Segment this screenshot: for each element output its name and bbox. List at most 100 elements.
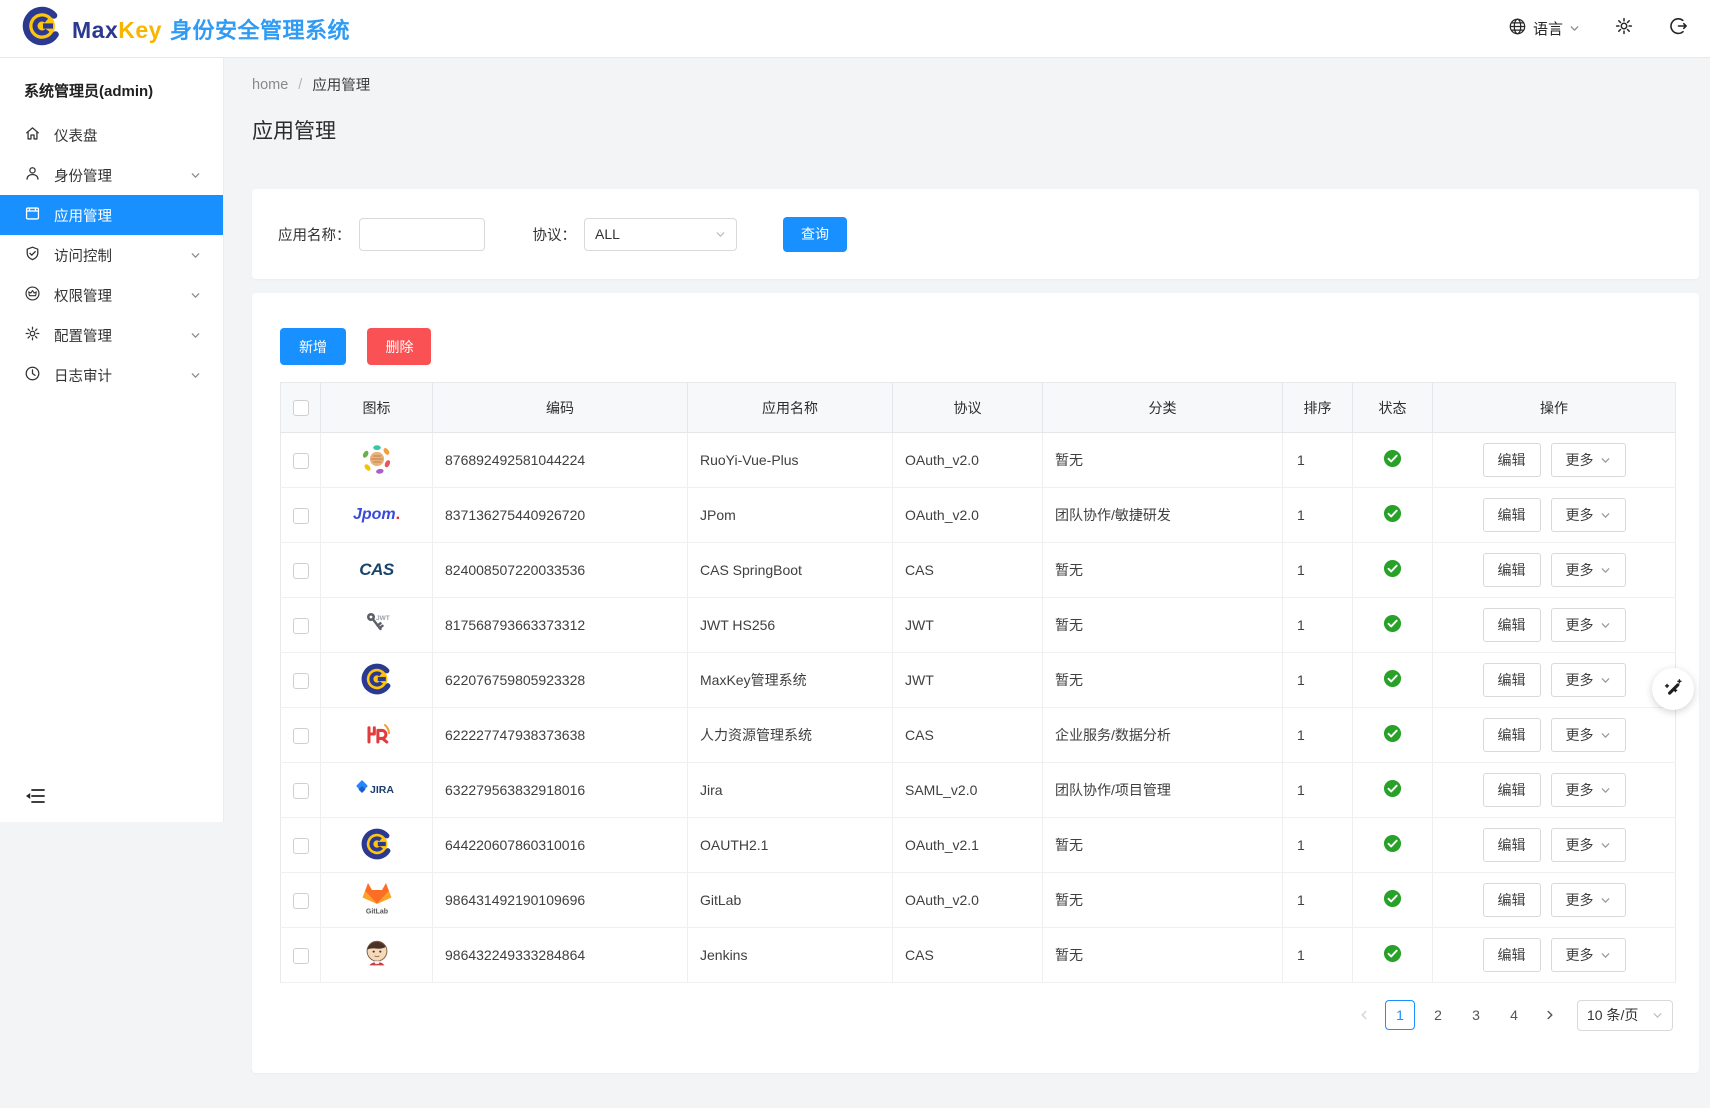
column-header: 协议 — [893, 383, 1043, 433]
audit-icon — [24, 365, 54, 386]
app-protocol: CAS — [893, 543, 1043, 598]
row-checkbox[interactable] — [293, 563, 309, 579]
jwt-logo-icon: JWT — [361, 608, 393, 640]
status-enabled-icon — [1383, 565, 1402, 581]
chevron-down-icon — [190, 370, 201, 381]
status-enabled-icon — [1383, 455, 1402, 471]
more-button[interactable]: 更多 — [1551, 443, 1626, 477]
app-protocol: CAS — [893, 708, 1043, 763]
edit-button[interactable]: 编辑 — [1483, 828, 1541, 862]
select-all-header — [281, 383, 321, 433]
row-checkbox[interactable] — [293, 838, 309, 854]
breadcrumb-home-link[interactable]: home — [252, 77, 288, 93]
column-header: 状态 — [1353, 383, 1433, 433]
row-checkbox[interactable] — [293, 728, 309, 744]
page-number[interactable]: 2 — [1423, 1000, 1453, 1030]
jenkins-logo-icon — [360, 937, 394, 971]
edit-button[interactable]: 编辑 — [1483, 443, 1541, 477]
app-protocol: JWT — [893, 598, 1043, 653]
row-checkbox[interactable] — [293, 948, 309, 964]
logout-button[interactable] — [1668, 16, 1688, 41]
maxkey-logo-icon — [361, 663, 393, 695]
page-size-select[interactable]: 10 条/页 — [1577, 1000, 1673, 1031]
more-button[interactable]: 更多 — [1551, 718, 1626, 752]
select-all-checkbox[interactable] — [293, 400, 309, 416]
more-button[interactable]: 更多 — [1551, 938, 1626, 972]
edit-button[interactable]: 编辑 — [1483, 553, 1541, 587]
sidebar-item-config[interactable]: 配置管理 — [0, 315, 223, 355]
app-category: 暂无 — [1043, 653, 1283, 708]
row-checkbox[interactable] — [293, 893, 309, 909]
sidebar-item-audit[interactable]: 日志审计 — [0, 355, 223, 395]
edit-button[interactable]: 编辑 — [1483, 773, 1541, 807]
column-header: 操作 — [1433, 383, 1676, 433]
maxkey-logo-icon — [361, 828, 393, 860]
chevron-down-icon — [190, 250, 201, 261]
page-number[interactable]: 4 — [1499, 1000, 1529, 1030]
next-page-button[interactable] — [1537, 999, 1563, 1031]
search-button[interactable]: 查询 — [783, 217, 847, 252]
edit-button[interactable]: 编辑 — [1483, 663, 1541, 697]
more-button[interactable]: 更多 — [1551, 828, 1626, 862]
sidebar-collapse-button[interactable] — [24, 787, 46, 810]
app-sort: 1 — [1283, 873, 1353, 928]
app-name-label: 应用名称： — [278, 224, 351, 245]
app-code: 824008507220033536 — [433, 543, 688, 598]
table-row: 876892492581044224 RuoYi-Vue-Plus OAuth_… — [281, 433, 1676, 488]
sidebar-item-identity[interactable]: 身份管理 — [0, 155, 223, 195]
sidebar-item-dashboard[interactable]: 仪表盘 — [0, 115, 223, 155]
more-button[interactable]: 更多 — [1551, 498, 1626, 532]
add-button[interactable]: 新增 — [280, 328, 346, 365]
app-name: OAUTH2.1 — [688, 818, 893, 873]
app-code: 876892492581044224 — [433, 433, 688, 488]
more-button[interactable]: 更多 — [1551, 553, 1626, 587]
page-number[interactable]: 3 — [1461, 1000, 1491, 1030]
svg-text:JWT: JWT — [376, 615, 390, 622]
row-checkbox[interactable] — [293, 673, 309, 689]
filter-panel: 应用名称： 协议： ALL 查询 — [252, 189, 1699, 279]
sidebar-item-apps[interactable]: 应用管理 — [0, 195, 223, 235]
more-button[interactable]: 更多 — [1551, 883, 1626, 917]
sidebar-item-label: 身份管理 — [54, 165, 112, 186]
row-checkbox[interactable] — [293, 783, 309, 799]
status-enabled-icon — [1383, 785, 1402, 801]
app-protocol: OAuth_v2.0 — [893, 873, 1043, 928]
app-name-input[interactable] — [359, 218, 485, 251]
identity-icon — [24, 165, 54, 186]
page-number[interactable]: 1 — [1385, 1000, 1415, 1030]
more-button[interactable]: 更多 — [1551, 663, 1626, 697]
delete-button[interactable]: 删除 — [367, 328, 431, 365]
settings-button[interactable] — [1614, 16, 1634, 41]
sidebar-item-access[interactable]: 访问控制 — [0, 235, 223, 275]
edit-button[interactable]: 编辑 — [1483, 883, 1541, 917]
more-button[interactable]: 更多 — [1551, 773, 1626, 807]
protocol-select[interactable]: ALL — [584, 218, 737, 251]
theme-helper-button[interactable] — [1652, 668, 1694, 710]
edit-button[interactable]: 编辑 — [1483, 608, 1541, 642]
brand: MaxKey身份安全管理系统 — [22, 6, 350, 51]
row-checkbox[interactable] — [293, 453, 309, 469]
brand-text: MaxKey身份安全管理系统 — [72, 13, 350, 45]
more-button[interactable]: 更多 — [1551, 608, 1626, 642]
column-header: 排序 — [1283, 383, 1353, 433]
app-sort: 1 — [1283, 763, 1353, 818]
breadcrumb-current: 应用管理 — [312, 74, 370, 95]
edit-button[interactable]: 编辑 — [1483, 718, 1541, 752]
row-checkbox[interactable] — [293, 618, 309, 634]
sidebar-item-permission[interactable]: 权限管理 — [0, 275, 223, 315]
app-name: GitLab — [688, 873, 893, 928]
app-category: 团队协作/项目管理 — [1043, 763, 1283, 818]
edit-button[interactable]: 编辑 — [1483, 938, 1541, 972]
hr-logo-icon — [361, 718, 393, 750]
chevron-down-icon — [1600, 730, 1611, 741]
status-enabled-icon — [1383, 840, 1402, 856]
row-checkbox[interactable] — [293, 508, 309, 524]
sidebar-item-label: 配置管理 — [54, 325, 112, 346]
app-sort: 1 — [1283, 708, 1353, 763]
prev-page-button[interactable] — [1351, 999, 1377, 1031]
edit-button[interactable]: 编辑 — [1483, 498, 1541, 532]
table-row: 644220607860310016 OAUTH2.1 OAuth_v2.1 暂… — [281, 818, 1676, 873]
table-row: JWT 817568793663373312 JWT HS256 JWT 暂无 … — [281, 598, 1676, 653]
top-header: MaxKey身份安全管理系统 语言 — [0, 0, 1710, 58]
language-menu-button[interactable]: 语言 — [1508, 17, 1580, 40]
